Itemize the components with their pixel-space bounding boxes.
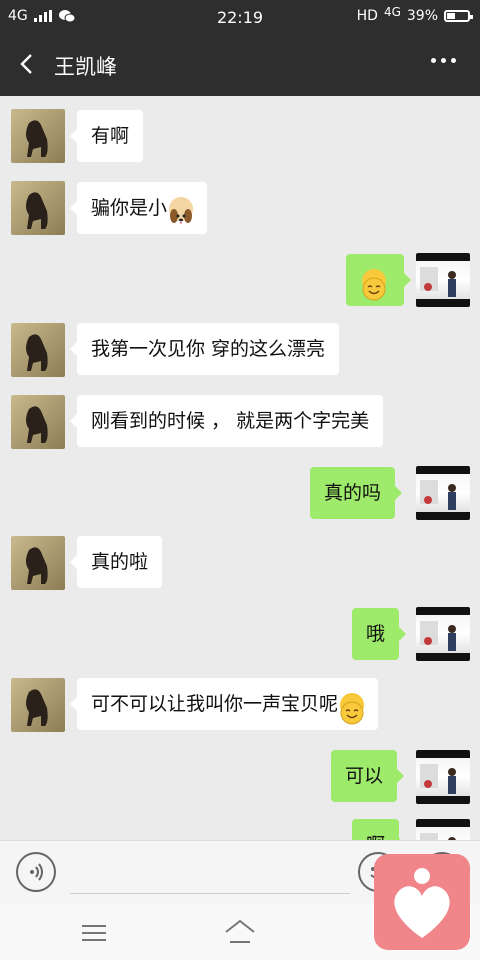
floating-app-icon[interactable] (374, 854, 470, 950)
my-avatar[interactable] (416, 750, 470, 804)
battery-percent: 39% (406, 8, 438, 24)
message-bubble[interactable]: 有啊 (69, 110, 144, 162)
contact-avatar[interactable] (11, 323, 65, 377)
smile-emoji-icon (362, 268, 386, 300)
heart-person-icon (394, 868, 450, 938)
chat-title: 王凯峰 (54, 55, 117, 79)
voice-input-button[interactable] (16, 852, 56, 892)
message-bubble[interactable]: 可以 (331, 750, 405, 802)
contact-avatar[interactable] (11, 109, 65, 163)
message-row: 哦 (0, 594, 480, 666)
message-bubble[interactable]: 骗你是小 (69, 182, 208, 234)
contact-avatar[interactable] (11, 181, 65, 235)
message-list[interactable]: 有啊 骗你是小 我第一次见你 穿的这么漂亮 刚看到的时候 ， 就是两个字完美 真… (0, 96, 480, 840)
dog-face-emoji-icon (169, 196, 194, 224)
more-options-icon[interactable] (431, 58, 456, 63)
message-row: 啊 (0, 810, 480, 840)
contact-avatar[interactable] (11, 536, 65, 590)
message-bubble[interactable]: 啊 (352, 819, 407, 840)
message-row (0, 238, 480, 310)
my-avatar[interactable] (416, 819, 470, 840)
message-bubble[interactable]: 真的吗 (310, 467, 403, 519)
my-avatar[interactable] (416, 466, 470, 520)
message-row: 可以 (0, 738, 480, 810)
status-right: HD 4G 39% (356, 5, 473, 24)
back-arrow-icon[interactable] (14, 50, 42, 78)
battery-icon (444, 10, 473, 22)
contact-avatar[interactable] (11, 678, 65, 732)
message-input[interactable] (70, 855, 350, 894)
chat-header: 王凯峰 (0, 34, 480, 96)
message-bubble[interactable] (346, 254, 411, 306)
menu-icon[interactable] (82, 924, 106, 942)
message-bubble[interactable]: 我第一次见你 穿的这么漂亮 (69, 323, 340, 375)
message-row: 刚看到的时候 ， 就是两个字完美 (0, 380, 480, 452)
message-row: 骗你是小 (0, 166, 480, 238)
message-row: 可不可以让我叫你一声宝贝呢 (0, 666, 480, 738)
message-row: 真的吗 (0, 452, 480, 524)
voice-icon (30, 863, 43, 881)
message-row: 我第一次见你 穿的这么漂亮 (0, 310, 480, 380)
network-right-label: 4G (383, 5, 401, 19)
message-bubble[interactable]: 哦 (352, 608, 407, 660)
status-bar: 4G 22:19 HD 4G 39% (0, 0, 480, 34)
contact-avatar[interactable] (11, 395, 65, 449)
message-row: 有啊 (0, 96, 480, 166)
message-row: 真的啦 (0, 524, 480, 594)
my-avatar[interactable] (416, 253, 470, 307)
smile-emoji-icon (340, 692, 365, 724)
home-icon[interactable] (224, 918, 256, 946)
message-bubble[interactable]: 可不可以让我叫你一声宝贝呢 (69, 678, 379, 730)
message-bubble[interactable]: 刚看到的时候 ， 就是两个字完美 (69, 395, 384, 447)
message-bubble[interactable]: 真的啦 (69, 536, 163, 588)
my-avatar[interactable] (416, 607, 470, 661)
hd-label: HD (356, 8, 378, 24)
